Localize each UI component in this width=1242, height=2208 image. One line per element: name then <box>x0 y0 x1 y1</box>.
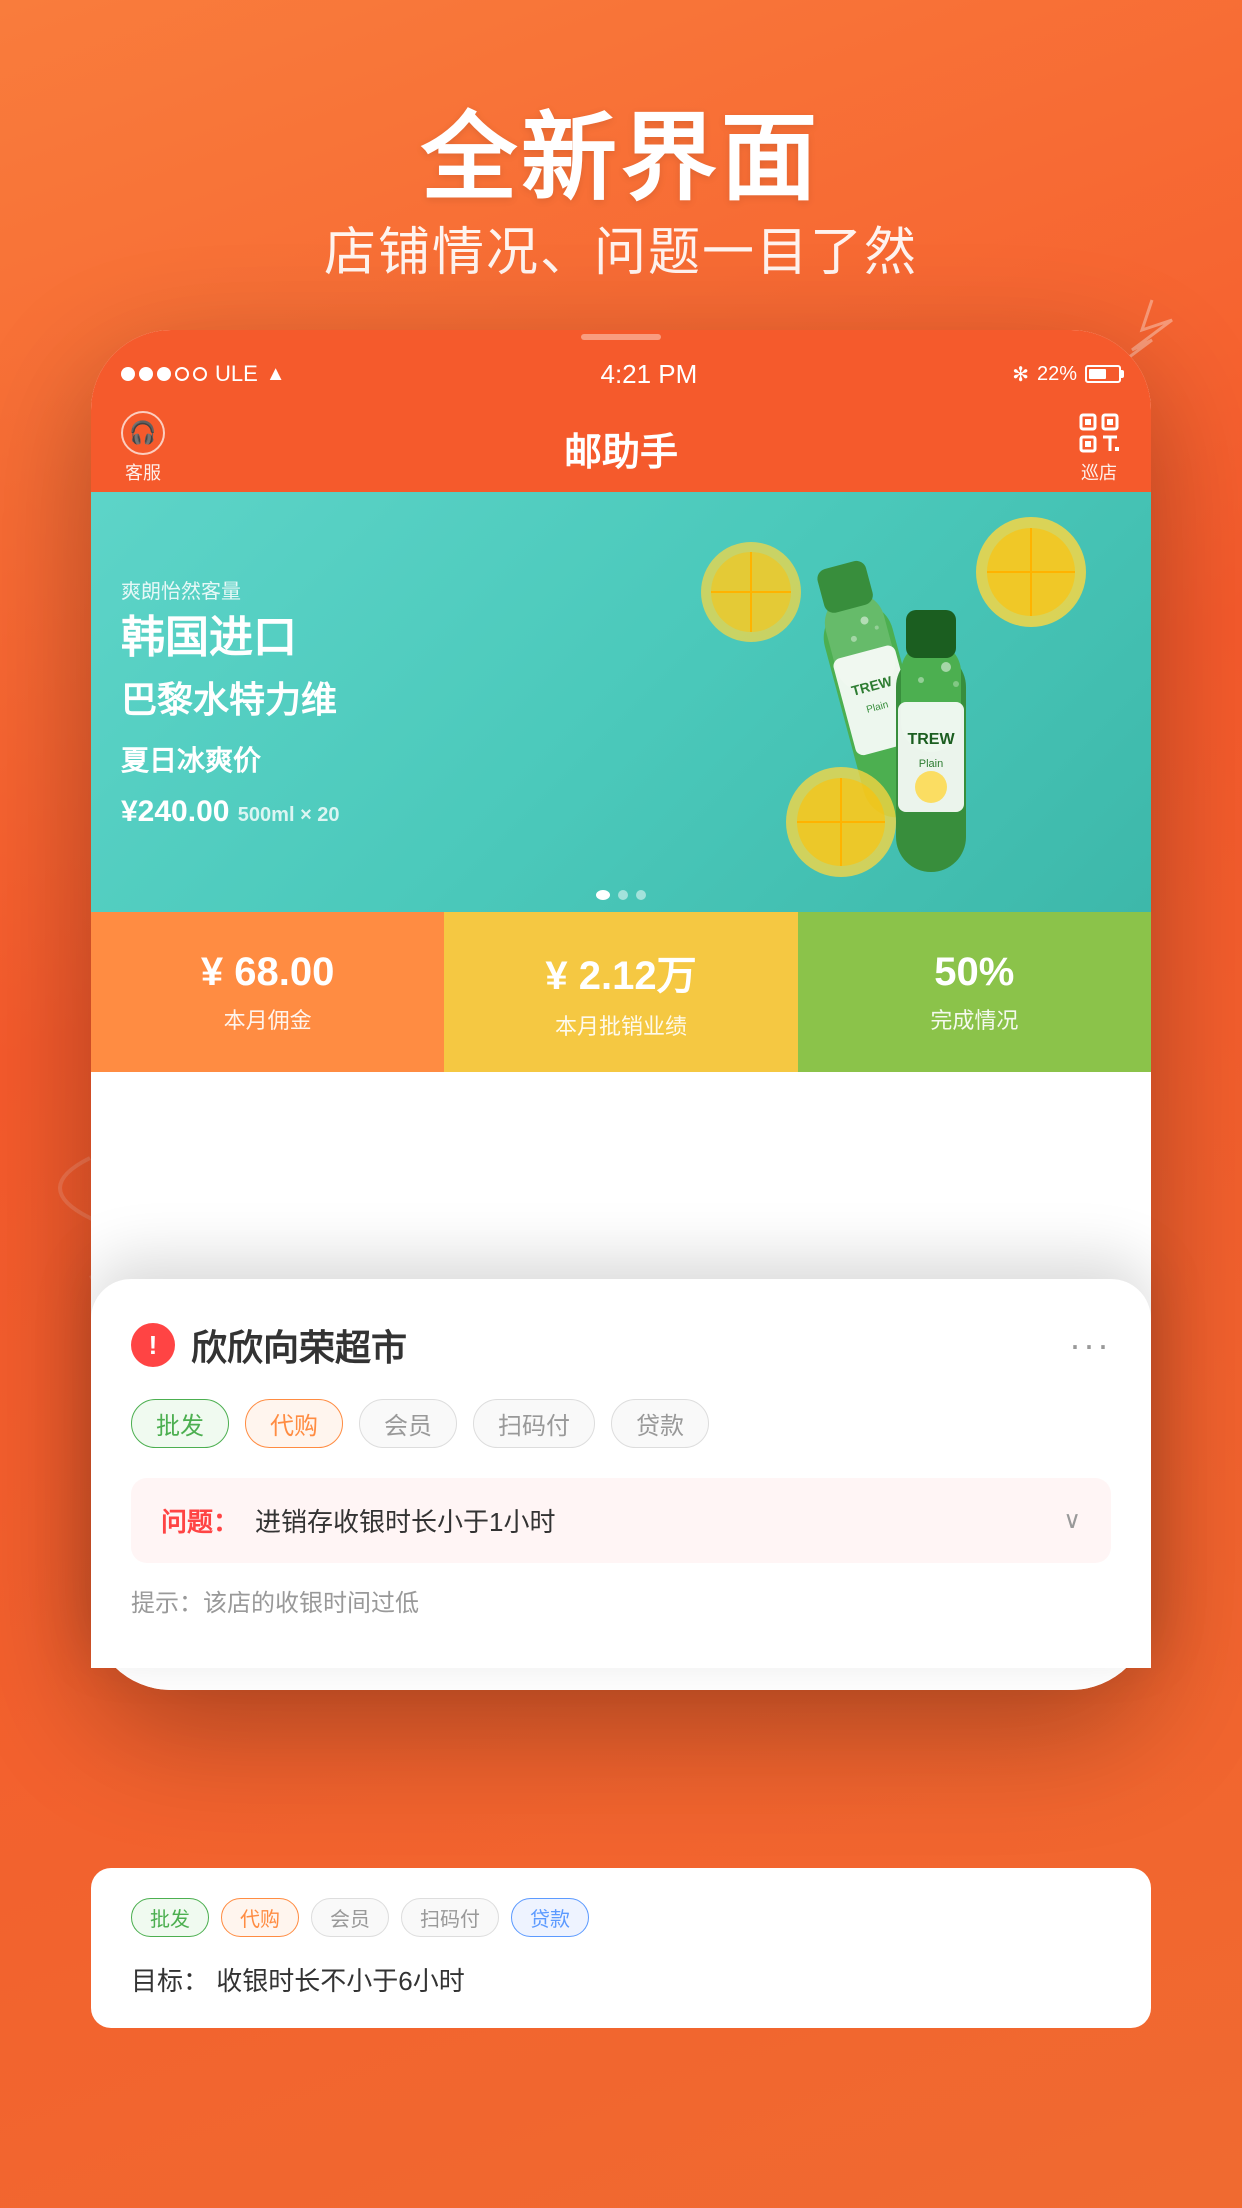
problem-text: 进销存收银时长小于1小时 <box>255 1502 1063 1539</box>
header-left[interactable]: 🎧 客服 <box>121 411 165 485</box>
second-store-card: 批发 代购 会员 扫码付 贷款 目标： 收银时长不小于6小时 <box>91 1868 1151 2028</box>
commission-label: 本月佣金 <box>224 1003 312 1035</box>
alert-icon: ! <box>131 1323 175 1367</box>
second-tag-proxy[interactable]: 代购 <box>221 1898 299 1937</box>
problem-label: 问题： <box>161 1502 239 1539</box>
store-tags-row: 批发 代购 会员 扫码付 贷款 <box>131 1399 1111 1448</box>
battery-fill <box>1089 369 1106 379</box>
banner-text: 爽朗怡然客量 韩国进口 巴黎水特力维 夏日冰爽价 ¥240.00 500ml ×… <box>121 575 1121 829</box>
carrier-label: ULE <box>215 361 258 387</box>
dot1 <box>121 367 135 381</box>
dot5 <box>193 367 207 381</box>
customer-service-label: 客服 <box>125 459 161 485</box>
card-title-area: ! 欣欣向荣超市 <box>131 1319 407 1371</box>
stat-commission: ¥ 68.00 本月佣金 <box>91 912 444 1072</box>
app-title: 邮助手 <box>564 421 678 476</box>
status-right: ✻ 22% <box>1012 362 1121 387</box>
signal-dots <box>121 367 207 381</box>
second-tag-wholesale[interactable]: 批发 <box>131 1898 209 1937</box>
notch-indicator <box>581 334 661 340</box>
problem-box[interactable]: 问题： 进销存收银时长小于1小时 ∨ <box>131 1478 1111 1563</box>
dot3 <box>157 367 171 381</box>
hint-text: 提示：该店的收银时间过低 <box>131 1583 1111 1618</box>
stats-row: ¥ 68.00 本月佣金 ¥ 2.12万 本月批销业绩 50% 完成情况 <box>91 912 1151 1072</box>
store-name: 欣欣向荣超市 <box>191 1319 407 1371</box>
stat-completion: 50% 完成情况 <box>798 912 1151 1072</box>
status-bar: ULE ▲ 4:21 PM ✻ 22% <box>91 344 1151 404</box>
hero-title: 全新界面 <box>0 80 1242 219</box>
battery-tip <box>1121 370 1124 378</box>
dot2 <box>139 367 153 381</box>
header-right[interactable]: 巡店 <box>1077 411 1121 485</box>
dot4 <box>175 367 189 381</box>
commission-value: ¥ 68.00 <box>201 950 334 995</box>
banner-category-tag: 爽朗怡然客量 <box>121 575 1121 604</box>
app-header: 🎧 客服 邮助手 巡店 <box>91 404 1151 492</box>
wifi-icon: ▲ <box>266 363 286 386</box>
more-options-button[interactable]: ··· <box>1069 1324 1111 1366</box>
banner-sub-text2: 夏日冰爽价 <box>121 739 1121 779</box>
dot-3 <box>636 890 646 900</box>
headphone-icon: 🎧 <box>129 420 156 446</box>
store-info-card: ! 欣欣向荣超市 ··· 批发 代购 会员 扫码付 贷款 问题： 进销存收银时长… <box>91 1279 1151 1668</box>
dot-1 <box>596 890 610 900</box>
customer-service-icon[interactable]: 🎧 <box>121 411 165 455</box>
banner-price-detail: 500ml × 20 <box>238 804 340 826</box>
target-label: 目标： <box>131 1966 209 1996</box>
product-banner[interactable]: 爽朗怡然客量 韩国进口 巴黎水特力维 夏日冰爽价 ¥240.00 500ml ×… <box>91 492 1151 912</box>
status-left: ULE ▲ <box>121 361 286 387</box>
tag-proxy[interactable]: 代购 <box>245 1399 343 1448</box>
bluetooth-icon: ✻ <box>1012 362 1029 387</box>
completion-value: 50% <box>934 950 1014 995</box>
battery-percentage: 22% <box>1037 363 1077 386</box>
card-header: ! 欣欣向荣超市 ··· <box>131 1319 1111 1371</box>
status-time: 4:21 PM <box>600 359 697 390</box>
dot-2 <box>618 890 628 900</box>
target-value: 收银时长不小于6小时 <box>216 1966 464 1996</box>
sales-value: ¥ 2.12万 <box>545 943 696 1001</box>
chevron-down-icon: ∨ <box>1063 1506 1081 1535</box>
second-tag-scan[interactable]: 扫码付 <box>401 1898 499 1937</box>
hero-subtitle: 店铺情况、问题一目了然 <box>0 210 1242 285</box>
scan-store-icon[interactable] <box>1077 411 1121 455</box>
tag-wholesale[interactable]: 批发 <box>131 1399 229 1448</box>
second-tag-member[interactable]: 会员 <box>311 1898 389 1937</box>
second-tags-row: 批发 代购 会员 扫码付 贷款 <box>131 1898 1111 1937</box>
banner-sub-text1: 巴黎水特力维 <box>121 671 1121 723</box>
phone-notch-bar <box>91 330 1151 344</box>
target-text: 目标： 收银时长不小于6小时 <box>131 1961 1111 1998</box>
battery-icon <box>1085 365 1121 383</box>
tag-scan-pay[interactable]: 扫码付 <box>473 1399 595 1448</box>
patrol-store-label: 巡店 <box>1081 459 1117 485</box>
tag-member[interactable]: 会员 <box>359 1399 457 1448</box>
stat-sales: ¥ 2.12万 本月批销业绩 <box>444 912 797 1072</box>
banner-price: ¥240.00 500ml × 20 <box>121 795 1121 829</box>
banner-main-text: 韩国进口 <box>121 612 1121 665</box>
tag-loan[interactable]: 贷款 <box>611 1399 709 1448</box>
second-tag-loan[interactable]: 贷款 <box>511 1898 589 1937</box>
sales-label: 本月批销业绩 <box>555 1009 687 1041</box>
completion-label: 完成情况 <box>930 1003 1018 1035</box>
banner-dots <box>596 890 646 900</box>
